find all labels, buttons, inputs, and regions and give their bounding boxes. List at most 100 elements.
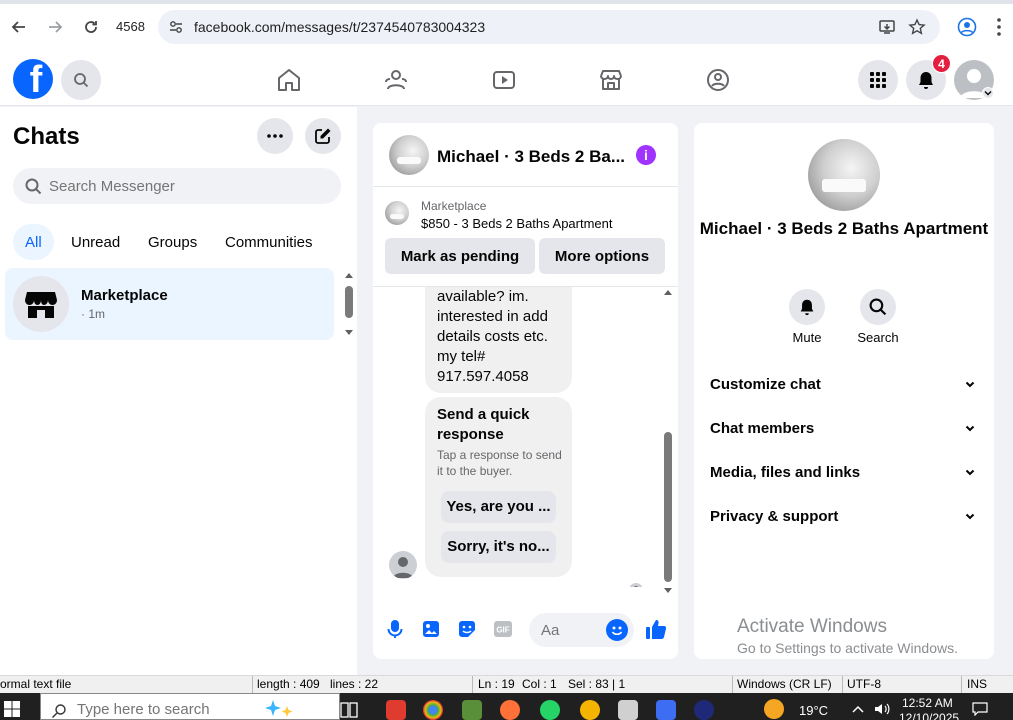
sticker-button[interactable] [456,618,478,640]
attach-photo-button[interactable] [420,618,442,640]
chevron-up-icon[interactable] [852,705,864,713]
browser-menu-icon[interactable] [996,17,1002,37]
voice-clip-button[interactable] [384,618,406,640]
marketplace-label: Marketplace [421,199,487,213]
chat-item-marketplace[interactable]: Marketplace · 1m [5,268,334,340]
quick-reply-yes-button[interactable]: Yes, are you ... [441,491,556,523]
conversation-panel: Michael · 3 Beds 2 Ba... i Marketplace $… [373,123,678,659]
message-bubble[interactable]: available? im. interested in add details… [425,287,572,393]
scrollbar-icon [664,290,672,593]
mute-button[interactable] [789,289,825,325]
weather-icon[interactable] [764,699,784,719]
listing-title[interactable]: $850 - 3 Beds 2 Baths Apartment [421,216,613,231]
browser-profile-icon[interactable] [957,17,977,37]
scrollbar-icon [345,273,353,335]
clock-date[interactable]: 12/10/2025 [899,711,959,720]
insert-mode-label: INS [967,677,988,691]
message-input-box[interactable] [529,613,634,647]
user-avatar-icon [393,557,413,578]
windows-start-icon[interactable] [4,701,20,717]
forward-button[interactable] [44,16,66,38]
message-scrollbar[interactable] [661,287,675,597]
chat-details-avatar[interactable] [808,139,880,211]
media-app-icon[interactable] [694,700,714,720]
firefox-app-icon[interactable] [500,700,520,720]
new-message-button[interactable] [305,118,341,154]
like-button[interactable] [645,618,667,640]
whatsapp-app-icon[interactable] [540,700,560,720]
section-label: Chat members [710,420,815,437]
clock-time[interactable]: 12:52 AM [902,696,953,710]
filter-tab-all[interactable]: All [13,224,54,260]
conversation-header: Michael · 3 Beds 2 Ba... i [373,123,678,187]
gif-button[interactable]: GIF [492,618,514,640]
filter-tab-groups[interactable]: Groups [136,224,209,260]
message-input[interactable] [541,613,601,647]
facebook-logo-letter: f [29,59,43,99]
filter-tab-unread[interactable]: Unread [59,224,132,260]
search-icon [869,298,887,316]
listing-thumbnail[interactable] [385,201,409,225]
sparkle-icon [265,700,293,717]
microphone-icon [387,620,403,638]
search-messenger-input[interactable] [49,168,329,204]
column-label: Col : 1 [522,677,557,691]
friends-icon [385,70,407,90]
arrow-right-icon [49,21,63,33]
sender-avatar[interactable] [389,551,417,579]
conversation-title[interactable]: Michael · 3 Beds 2 Ba... [437,147,625,167]
facebook-header: f [0,54,1013,106]
site-settings-icon [170,21,182,33]
message-line: available? im. [437,288,529,305]
chat-members-section[interactable]: Chat members [694,407,994,451]
media-files-links-section[interactable]: Media, files and links [694,451,994,495]
conversation-avatar[interactable] [389,135,429,175]
notification-badge: 4 [932,54,951,73]
mark-as-pending-button[interactable]: Mark as pending [385,238,535,274]
search-in-chat-button[interactable] [860,289,896,325]
search-action[interactable]: Search [848,289,908,345]
marketplace-store-icon [25,292,57,318]
encoding-label: UTF-8 [847,677,881,691]
browser-app-icon[interactable] [656,700,676,720]
chat-options-button[interactable] [257,118,293,154]
menu-button[interactable] [858,60,898,100]
emoji-button[interactable] [606,619,628,641]
anydesk-app-icon[interactable] [386,700,406,720]
filter-tab-communities[interactable]: Communities [213,224,325,260]
url-text[interactable]: facebook.com/messages/t/2374540783004323 [194,19,485,35]
address-bar[interactable]: facebook.com/messages/t/2374540783004323 [158,10,940,44]
xbox-app-icon[interactable] [580,700,600,720]
notepad-app-icon[interactable] [462,700,482,720]
photo-icon [423,621,439,637]
nav-gaming[interactable] [704,66,732,94]
chrome-app-icon[interactable] [423,700,443,720]
nav-watch[interactable] [490,66,518,94]
facebook-search-button[interactable] [61,60,101,100]
line-number-label: Ln : 19 [478,677,515,691]
nav-marketplace[interactable] [597,66,625,94]
quick-reply-sorry-button[interactable]: Sorry, it's no... [441,531,556,563]
privacy-support-section[interactable]: Privacy & support [694,495,994,539]
reload-button[interactable] [80,16,102,38]
windows-taskbar: 19°C 12:52 AM 12/10/2025 [0,693,1013,720]
taskbar-search[interactable] [40,693,340,720]
nav-friends[interactable] [382,66,410,94]
more-options-button[interactable]: More options [539,238,665,274]
customize-chat-section[interactable]: Customize chat [694,363,994,407]
volume-icon[interactable] [874,702,890,716]
notification-center-icon[interactable] [972,702,988,716]
chat-list-scrollbar[interactable] [342,270,356,338]
mute-action[interactable]: Mute [777,289,837,345]
nav-home[interactable] [275,66,303,94]
conversation-info-icon[interactable]: i [636,145,656,165]
mail-app-icon[interactable] [618,700,638,720]
svg-text:GIF: GIF [496,626,509,635]
message-list: available? im. interested in add details… [373,287,678,587]
search-messenger[interactable] [13,168,341,204]
back-button[interactable] [8,16,30,38]
facebook-logo[interactable]: f [13,59,53,99]
task-view-icon[interactable] [340,702,358,718]
message-line: interested in add [437,308,548,325]
account-chevron[interactable] [982,87,994,99]
